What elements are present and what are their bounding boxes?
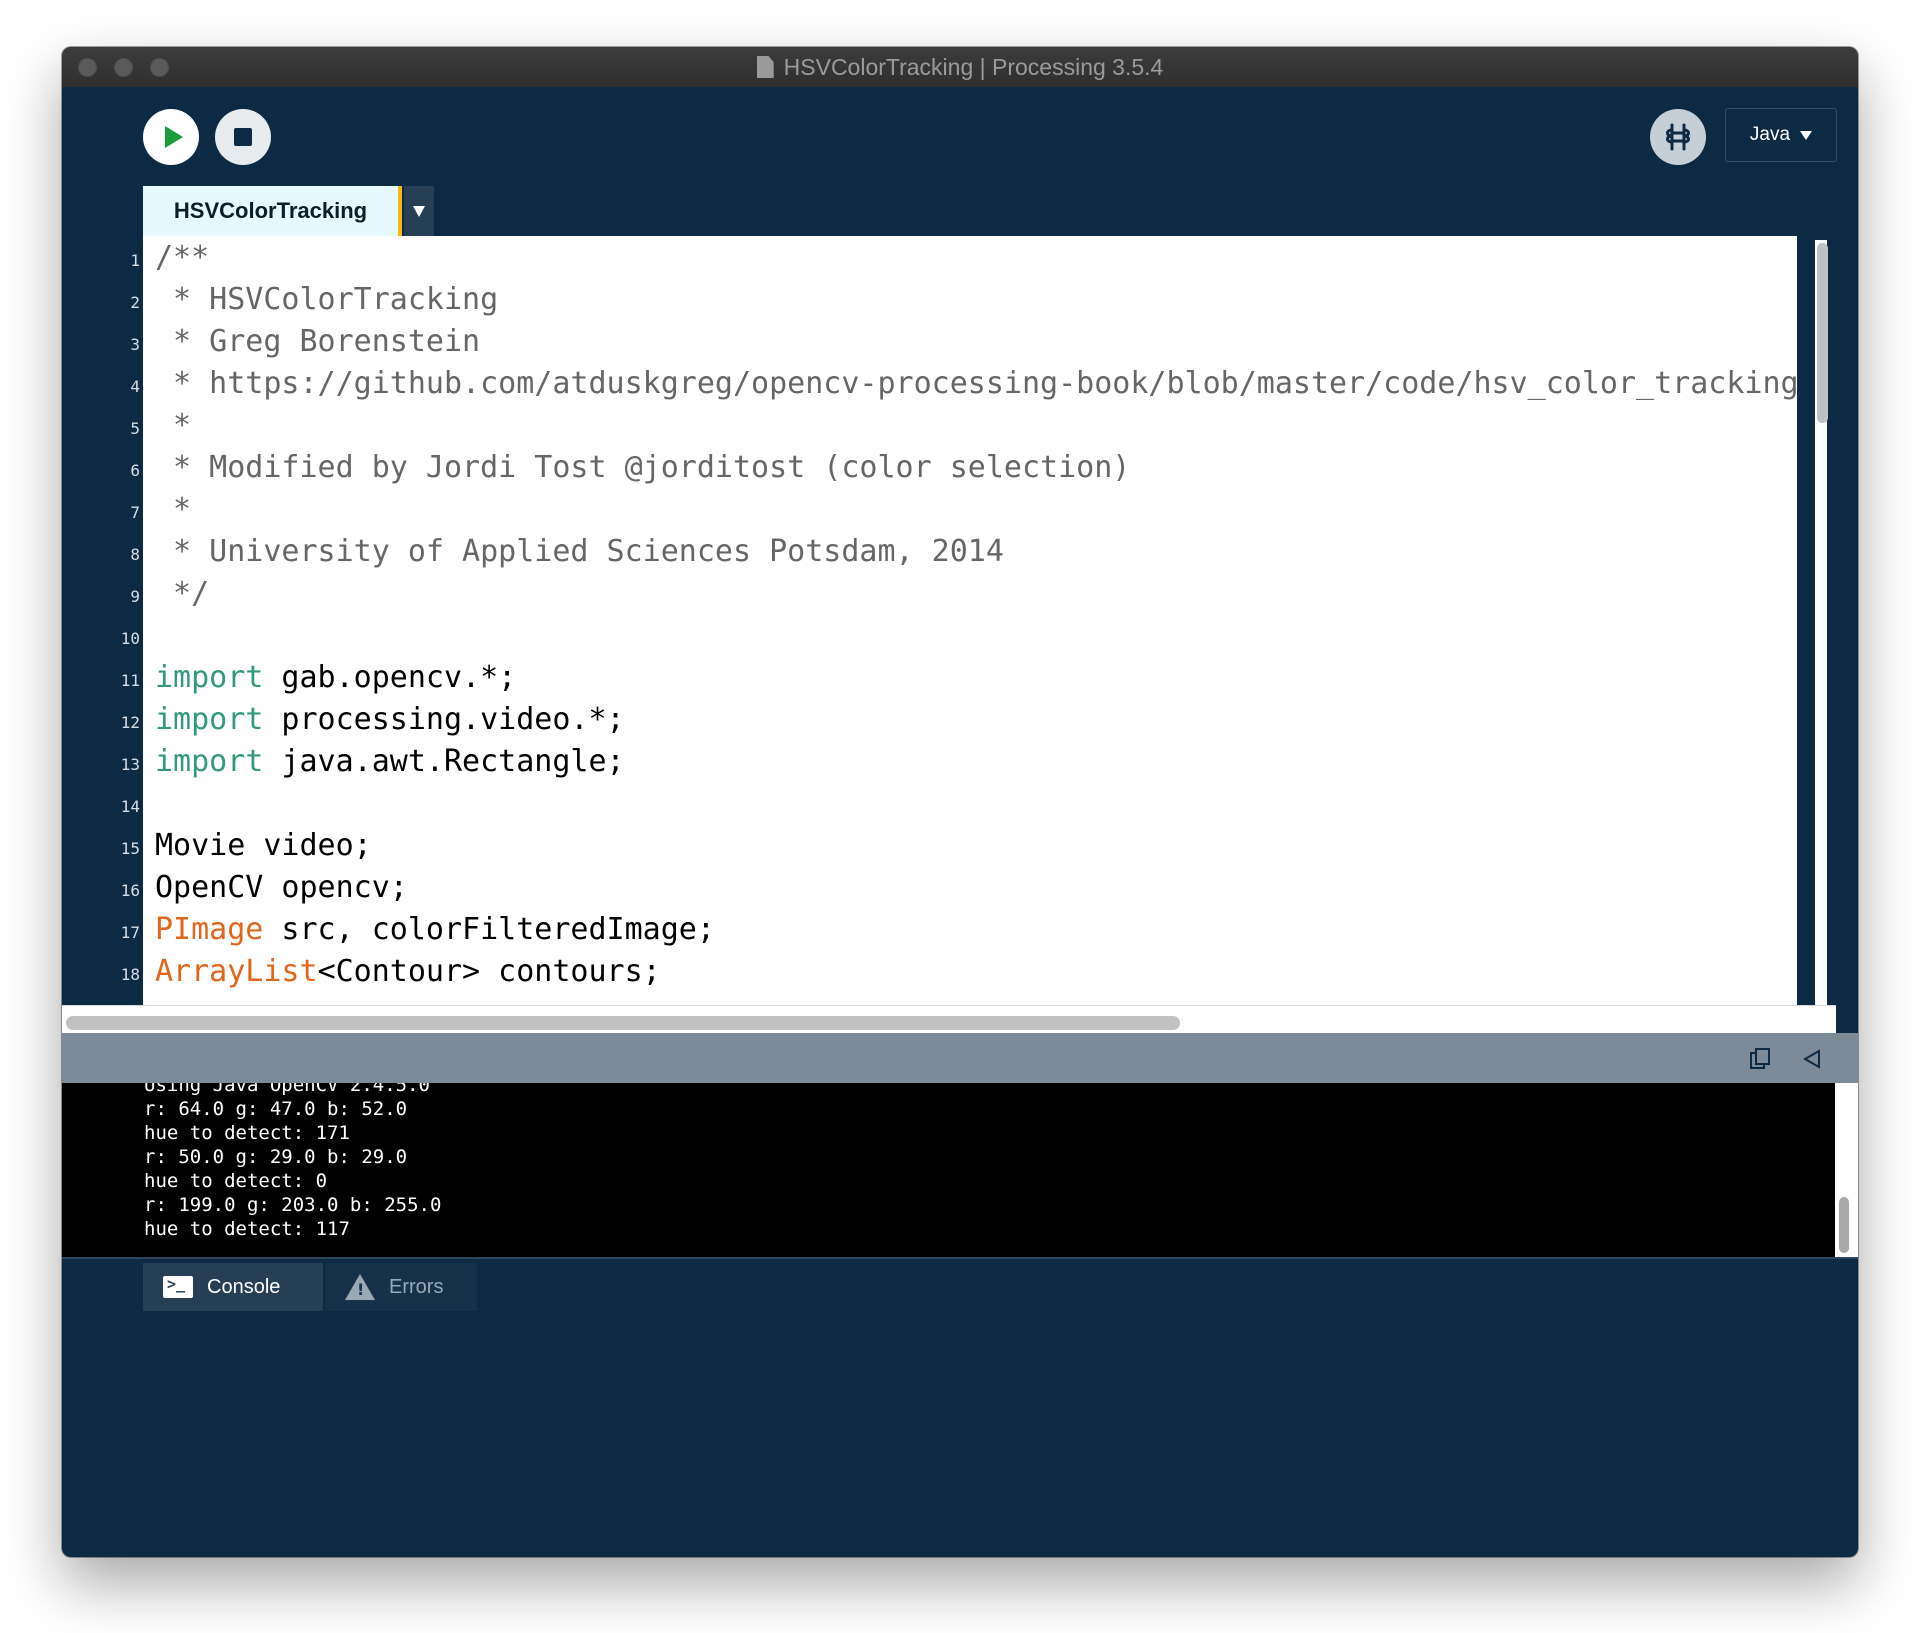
console-line: r: 50.0 g: 29.0 b: 29.0 <box>144 1146 408 1168</box>
toolbar: Java <box>62 87 1858 192</box>
code-token-plain: <Contour> contours; <box>317 954 661 989</box>
play-icon <box>164 126 183 148</box>
tab-menu-button[interactable] <box>404 186 434 236</box>
editor-horizontal-scrollbar[interactable] <box>66 1016 1180 1030</box>
warning-icon <box>345 1274 375 1300</box>
line-number: 6 <box>130 461 140 480</box>
code-line[interactable]: import processing.video.*; <box>155 699 625 741</box>
console-line: hue to detect: 171 <box>144 1122 350 1144</box>
stop-button[interactable] <box>215 109 271 165</box>
console-line: r: 199.0 g: 203.0 b: 255.0 <box>144 1194 442 1216</box>
title-bar: HSVColorTracking | Processing 3.5.4 <box>62 47 1858 88</box>
code-token-plain: src, colorFilteredImage; <box>263 912 715 947</box>
stop-icon <box>234 128 252 146</box>
code-token-keyword: import <box>155 660 264 695</box>
console-line: Using Java OpenCV 2.4.5.0 <box>144 1083 430 1096</box>
code-token-plain: OpenCV opencv; <box>155 870 408 905</box>
code-token-comment: * https://github.com/atduskgreg/opencv-p… <box>173 366 1797 401</box>
chevron-down-icon <box>1800 130 1813 140</box>
code-line[interactable]: * <box>155 489 191 531</box>
code-token-keyword: import <box>155 744 264 779</box>
chevron-down-icon <box>413 205 425 217</box>
console-header <box>62 1033 1858 1083</box>
line-number: 17 <box>120 923 140 942</box>
code-line[interactable]: PImage src, colorFilteredImage; <box>155 909 715 951</box>
code-token-type: ArrayList <box>155 954 318 989</box>
console-scrollbar[interactable] <box>1839 1197 1849 1253</box>
code-line[interactable]: /** <box>155 237 209 279</box>
line-number-gutter: 1234567891011121314151617181920212223 <box>62 236 143 1194</box>
line-number: 18 <box>120 965 140 984</box>
line-number: 11 <box>120 671 140 690</box>
code-token-plain: processing.video.*; <box>263 702 625 737</box>
line-number: 1 <box>130 251 140 270</box>
console-line: hue to detect: 0 <box>144 1170 328 1192</box>
line-number: 3 <box>130 335 140 354</box>
code-line[interactable]: */ <box>155 573 209 615</box>
document-icon <box>756 56 774 78</box>
code-token-comment: /** <box>155 240 210 275</box>
mode-label: Java <box>1749 124 1791 145</box>
line-number: 16 <box>120 881 140 900</box>
tab-hsvcolortracking[interactable]: HSVColorTracking <box>143 186 402 236</box>
copy-icon[interactable] <box>1748 1047 1772 1071</box>
code-token-keyword: import <box>155 702 264 737</box>
line-number: 7 <box>130 503 140 522</box>
line-number: 15 <box>120 839 140 858</box>
code-line[interactable]: * HSVColorTracking <box>155 279 498 321</box>
line-number: 5 <box>130 419 140 438</box>
tab-label: HSVColorTracking <box>173 198 368 223</box>
line-number: 10 <box>120 629 140 648</box>
line-number: 9 <box>130 587 140 606</box>
window-title: HSVColorTracking | Processing 3.5.4 <box>783 53 1164 80</box>
code-line[interactable]: ArrayList<Contour> contours; <box>155 951 661 993</box>
code-line[interactable]: import gab.opencv.*; <box>155 657 516 699</box>
code-token-comment: * University of Applied Sciences Potsdam… <box>155 534 1004 569</box>
line-number: 14 <box>120 797 140 816</box>
code-line[interactable]: * <box>155 405 191 447</box>
code-line[interactable]: OpenCV opencv; <box>155 867 408 909</box>
code-editor[interactable]: /** * HSVColorTracking * Greg Borenstein… <box>143 236 1797 1005</box>
tab-console[interactable]: Console <box>143 1263 323 1311</box>
debug-button[interactable] <box>1650 109 1706 165</box>
code-token-comment: * HSVColorTracking <box>155 282 499 317</box>
console-tab-label: Console <box>207 1275 281 1298</box>
code-token-plain: Movie video; <box>155 828 372 863</box>
code-line[interactable]: * https://github.com/atduskgreg/opencv-p… <box>155 363 1797 405</box>
code-token-comment: * <box>155 492 192 527</box>
line-number: 4 <box>130 377 140 396</box>
mode-selector[interactable]: Java <box>1725 108 1837 162</box>
debugger-icon <box>1666 123 1690 151</box>
editor-horizontal-scrollbar-track[interactable] <box>62 1005 1836 1034</box>
collapse-icon[interactable] <box>1800 1047 1824 1071</box>
code-token-plain: gab.opencv.*; <box>263 660 517 695</box>
console-line: hue to detect: 117 <box>144 1218 350 1240</box>
code-token-comment: * Modified by Jordi Tost @jorditost (col… <box>155 450 1131 485</box>
code-line[interactable]: * Greg Borenstein <box>155 321 480 363</box>
console-output: Using Java OpenCV 2.4.5.0 r: 64.0 g: 47.0… <box>62 1083 1835 1257</box>
code-line[interactable]: import java.awt.Rectangle; <box>155 741 625 783</box>
code-line[interactable]: * University of Applied Sciences Potsdam… <box>155 531 1004 573</box>
line-number: 8 <box>130 545 140 564</box>
line-number: 12 <box>120 713 140 732</box>
code-token-comment: * Greg Borenstein <box>155 324 481 359</box>
code-line[interactable]: * Modified by Jordi Tost @jorditost (col… <box>155 447 1130 489</box>
code-line[interactable]: Movie video; <box>155 825 372 867</box>
code-token-comment: */ <box>155 576 210 611</box>
terminal-icon <box>163 1275 193 1298</box>
console-line: r: 64.0 g: 47.0 b: 52.0 <box>144 1098 408 1120</box>
editor-vertical-scrollbar[interactable] <box>1817 243 1828 423</box>
code-token-comment: * <box>155 408 192 443</box>
footer-tabs: Console Errors <box>62 1257 1858 1359</box>
code-token-type: PImage <box>155 912 264 947</box>
processing-window: HSVColorTracking | Processing 3.5.4 Java <box>62 47 1858 1557</box>
errors-tab-label: Errors <box>389 1275 444 1298</box>
tab-errors[interactable]: Errors <box>325 1263 477 1311</box>
line-number: 13 <box>120 755 140 774</box>
code-token-plain: java.awt.Rectangle; <box>263 744 625 779</box>
run-button[interactable] <box>143 109 199 165</box>
line-number: 2 <box>130 293 140 312</box>
